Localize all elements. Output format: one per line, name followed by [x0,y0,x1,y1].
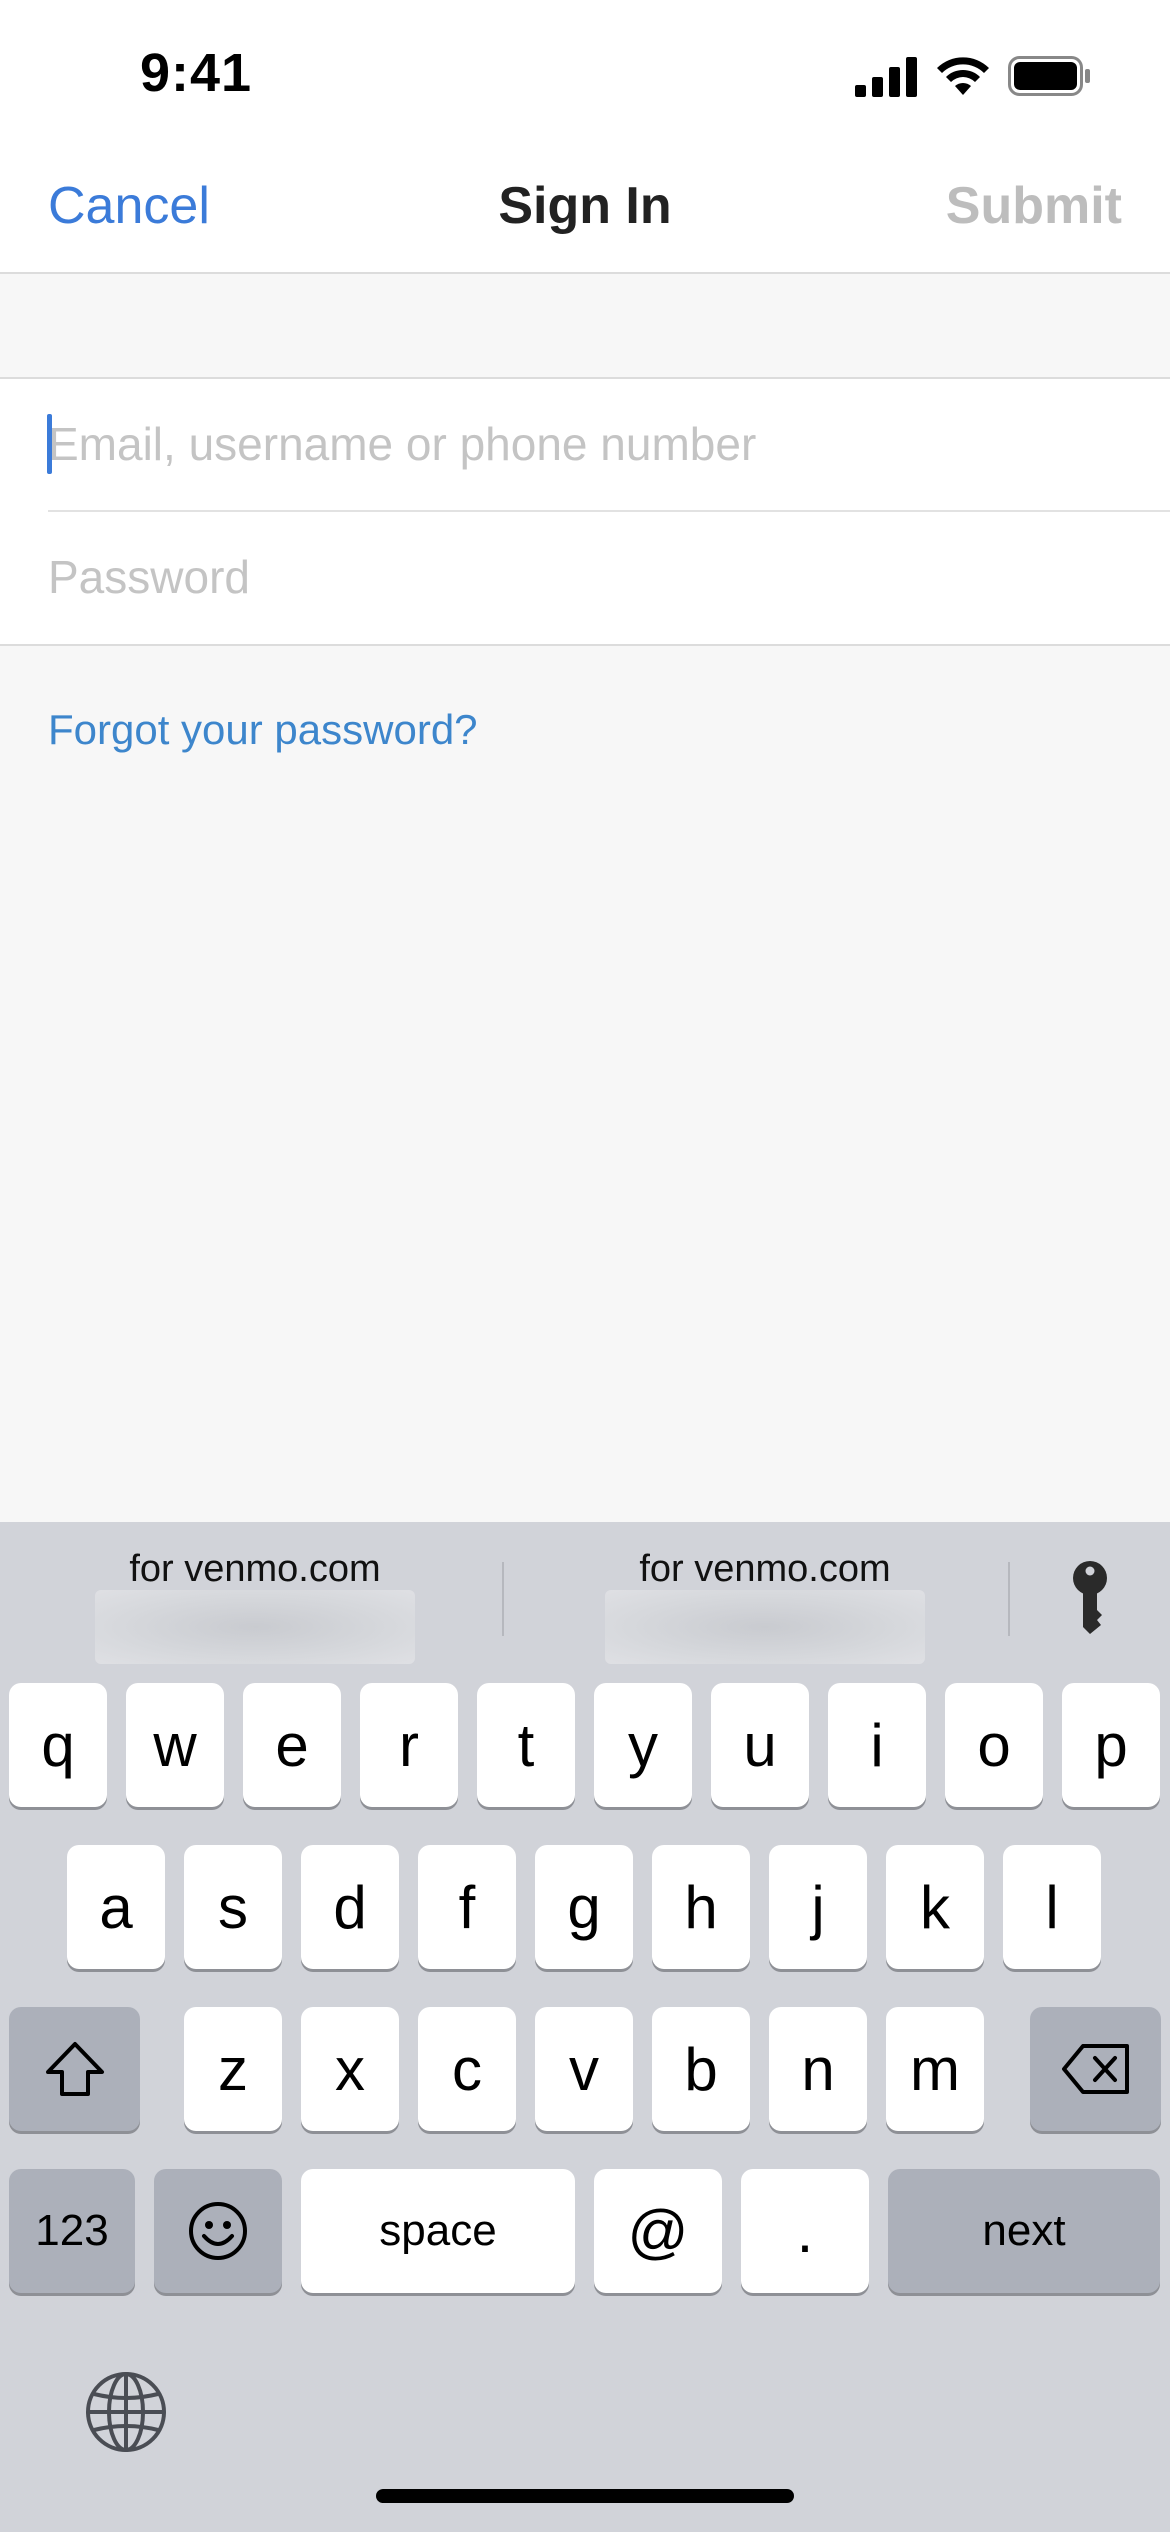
backspace-icon [1061,2044,1129,2094]
wifi-icon [937,57,989,95]
key-o[interactable]: o [945,1683,1043,1807]
dot-key[interactable]: . [741,2169,869,2293]
key-t[interactable]: t [477,1683,575,1807]
key-i[interactable]: i [828,1683,926,1807]
emoji-icon [189,2202,247,2260]
battery-icon [1008,56,1090,96]
key-g[interactable]: g [535,1845,633,1969]
password-suggestion-label[interactable]: for venmo.com [605,1548,925,1591]
next-key[interactable]: next [888,2169,1160,2293]
key-v[interactable]: v [535,2007,633,2131]
key-a[interactable]: a [67,1845,165,1969]
key-x[interactable]: x [301,2007,399,2131]
key-p[interactable]: p [1062,1683,1160,1807]
password-field[interactable] [48,512,1170,642]
key-n[interactable]: n [769,2007,867,2131]
password-suggestion-label[interactable]: for venmo.com [95,1548,415,1591]
key-j[interactable]: j [769,1845,867,1969]
key-u[interactable]: u [711,1683,809,1807]
key-q[interactable]: q [9,1683,107,1807]
key-k[interactable]: k [886,1845,984,1969]
space-key[interactable]: space [301,2169,575,2293]
at-key[interactable]: @ [594,2169,722,2293]
key-c[interactable]: c [418,2007,516,2131]
delete-key[interactable] [1030,2007,1161,2131]
key-l[interactable]: l [1003,1845,1101,1969]
suggestion-separator [502,1562,504,1636]
password-suggestion-redacted[interactable] [95,1590,415,1664]
key-e[interactable]: e [243,1683,341,1807]
key-s[interactable]: s [184,1845,282,1969]
password-suggestion-redacted[interactable] [605,1590,925,1664]
key-h[interactable]: h [652,1845,750,1969]
key-d[interactable]: d [301,1845,399,1969]
key-y[interactable]: y [594,1683,692,1807]
text-caret [47,414,52,474]
status-time: 9:41 [140,43,253,103]
shift-icon [45,2042,104,2096]
globe-icon[interactable] [84,2370,168,2454]
key-w[interactable]: w [126,1683,224,1807]
key-r[interactable]: r [360,1683,458,1807]
forgot-password-link[interactable]: Forgot your password? [48,706,478,754]
email-field[interactable] [48,379,1170,509]
home-indicator[interactable] [376,2489,794,2503]
key-f[interactable]: f [418,1845,516,1969]
key-z[interactable]: z [184,2007,282,2131]
submit-button[interactable]: Submit [946,176,1122,236]
sign-in-form [0,377,1170,646]
key-b[interactable]: b [652,2007,750,2131]
key-m[interactable]: m [886,2007,984,2131]
emoji-key[interactable] [154,2169,282,2293]
suggestion-separator [1008,1562,1010,1636]
numbers-key[interactable]: 123 [9,2169,135,2293]
cellular-signal-icon [855,57,917,97]
key-icon[interactable] [1068,1560,1112,1634]
shift-key[interactable] [9,2007,140,2131]
